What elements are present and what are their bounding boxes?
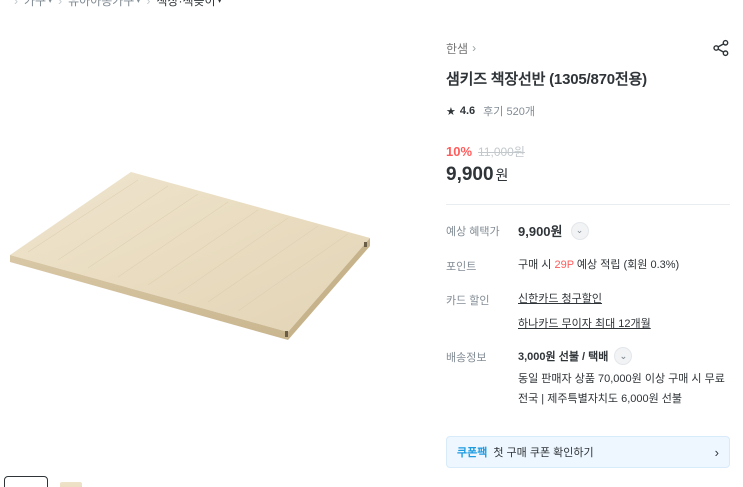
card-label: 카드 할인 bbox=[446, 295, 490, 307]
brand-link[interactable]: 한샘 › bbox=[446, 40, 476, 57]
shipping-free-condition: 동일 판매자 상품 70,000원 이상 구매 시 무료 bbox=[518, 373, 725, 385]
card-link-shinhan[interactable]: 신한카드 청구할인 bbox=[518, 290, 730, 306]
shipping-fee: 3,000원 선불 / 택배 bbox=[518, 351, 609, 363]
breadcrumb-label: 책장·책꽂이 bbox=[156, 0, 216, 8]
shipping-extra-fee: 전국 | 제주특별자치도 6,000원 선불 bbox=[518, 393, 683, 405]
breadcrumb-separator: › bbox=[146, 0, 151, 8]
chevron-down-icon[interactable]: ⌄ bbox=[570, 221, 589, 240]
review-count: 후기 520개 bbox=[483, 106, 535, 118]
divider bbox=[446, 204, 730, 205]
thumbnail-1[interactable] bbox=[4, 476, 48, 487]
sale-price: 9,900 bbox=[446, 164, 494, 185]
shelf-board-image bbox=[10, 172, 370, 340]
share-icon[interactable] bbox=[712, 39, 730, 57]
point-label: 포인트 bbox=[446, 261, 477, 273]
star-icon: ★ bbox=[446, 105, 456, 118]
breadcrumb-item-bookshelf[interactable]: 책장·책꽂이 ▾ bbox=[156, 0, 221, 9]
coupon-tag: 쿠폰팩 bbox=[457, 447, 488, 459]
benefit-label: 예상 혜택가 bbox=[446, 226, 500, 238]
original-price: 11,000원 bbox=[478, 145, 525, 159]
breadcrumb-separator: › bbox=[14, 0, 18, 8]
card-discount-row: 카드 할인 신한카드 청구할인 하나카드 무이자 최대 12개월 bbox=[446, 290, 730, 331]
coupon-text: 첫 구매 쿠폰 확인하기 bbox=[493, 447, 594, 459]
brand-row: 한샘 › bbox=[446, 38, 730, 58]
shipping-row: 배송정보 3,000원 선불 / 택배 ⌄ 동일 판매자 상품 70,000원 … bbox=[446, 347, 730, 406]
card-link-hana[interactable]: 하나카드 무이자 최대 12개월 bbox=[518, 315, 730, 331]
product-title: 샘키즈 책장선반 (1305/870전용) bbox=[446, 71, 647, 88]
product-image[interactable] bbox=[0, 30, 400, 450]
thumbnail-2[interactable] bbox=[60, 482, 82, 487]
brand-name: 한샘 bbox=[446, 41, 469, 56]
benefit-price: 9,900원 bbox=[518, 224, 563, 239]
chevron-right-icon: › bbox=[714, 444, 719, 460]
chevron-right-icon: › bbox=[472, 41, 477, 55]
discount-rate: 10% bbox=[446, 144, 473, 159]
breadcrumb-label: 유아아동가구 bbox=[68, 0, 135, 8]
point-row: 포인트 구매 시 29P 예상 적립 (회원 0.3%) bbox=[446, 256, 730, 274]
breadcrumb-separator: › bbox=[58, 0, 63, 8]
discount-row: 10% 11,000원 bbox=[446, 143, 730, 160]
breadcrumb-label: 가구 bbox=[24, 0, 47, 8]
chevron-down-icon: ▾ bbox=[217, 0, 222, 5]
chevron-down-icon: ▾ bbox=[48, 0, 53, 5]
breadcrumb-item-kids-furniture[interactable]: 유아아동가구 ▾ bbox=[68, 0, 140, 9]
chevron-down-icon[interactable]: ⌄ bbox=[614, 347, 633, 365]
thumbnail-list bbox=[4, 476, 82, 487]
point-prefix: 구매 시 bbox=[518, 259, 555, 271]
breadcrumb-item-furniture[interactable]: 가구 ▾ bbox=[24, 0, 52, 9]
point-amount: 29P bbox=[554, 259, 574, 271]
price-row: 9,900 원 bbox=[446, 164, 730, 186]
coupon-banner[interactable]: 쿠폰팩 첫 구매 쿠폰 확인하기 › bbox=[446, 436, 730, 468]
point-suffix: 예상 적립 (회원 0.3%) bbox=[573, 259, 680, 271]
chevron-down-icon: ▾ bbox=[136, 0, 141, 5]
shipping-label: 배송정보 bbox=[446, 352, 487, 364]
rating-row[interactable]: ★ 4.6 후기 520개 bbox=[446, 103, 730, 119]
rating-score: 4.6 bbox=[459, 105, 476, 117]
product-info: 한샘 › 샘키즈 책장선반 (1305/870전용) ★ 4.6 후기 520개… bbox=[446, 38, 730, 406]
breadcrumb: › 가구 ▾ › 유아아동가구 ▾ › 책장·책꽂이 ▾ bbox=[14, 0, 222, 9]
benefit-row: 예상 혜택가 9,900원 ⌄ bbox=[446, 221, 730, 240]
price-unit: 원 bbox=[495, 167, 509, 183]
